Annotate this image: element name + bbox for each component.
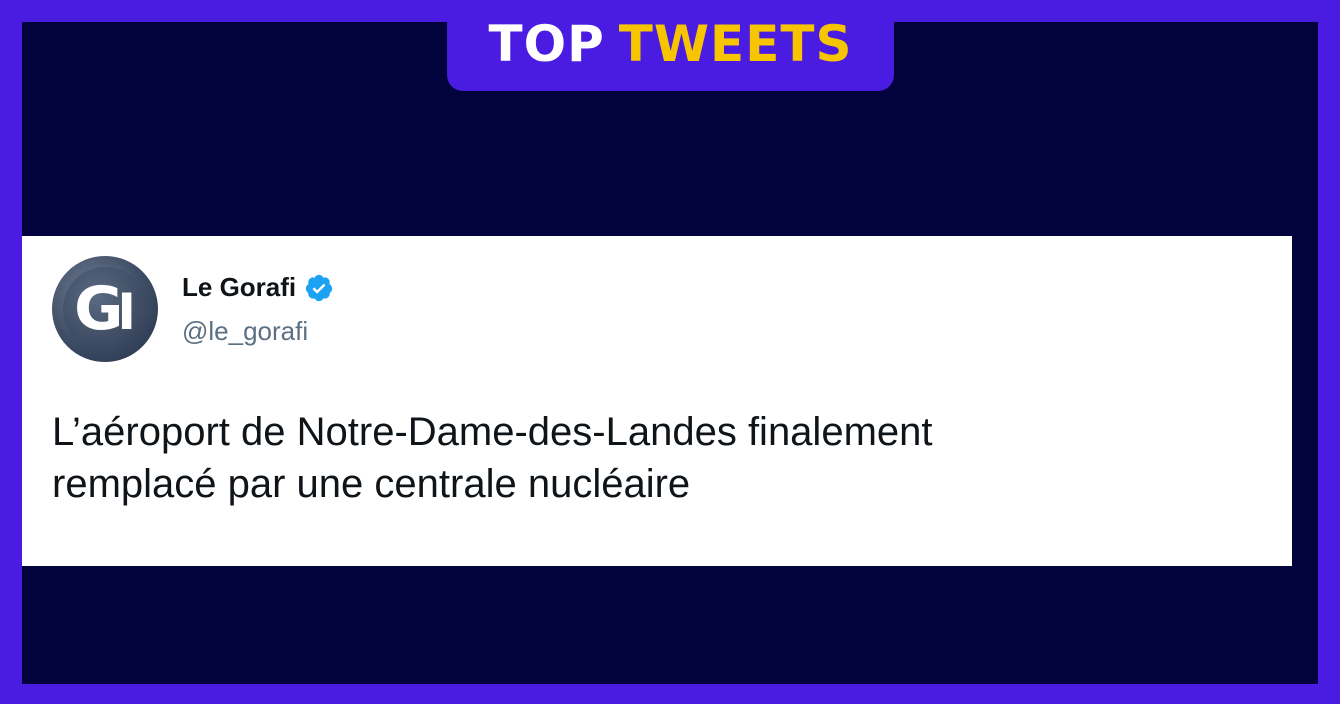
author-handle[interactable]: @le_gorafi	[182, 316, 308, 347]
tweet-card: GI Le Gorafi @le_gorafi L’aéroport de No…	[22, 236, 1292, 566]
tweet-text-line: remplacé par une centrale nucléaire	[52, 462, 691, 506]
tweet-author: Le Gorafi	[182, 272, 334, 303]
le-gorafi-logo-icon: GI	[63, 267, 147, 351]
verified-badge-icon	[306, 274, 333, 301]
banner-word-top: TOP	[488, 14, 605, 73]
top-tweets-banner: TOP TWEETS	[447, 0, 894, 91]
banner-word-tweets: TWEETS	[618, 14, 853, 73]
tweet-text: L’aéroport de Notre-Dame-des-Landes fina…	[52, 406, 1252, 510]
author-name[interactable]: Le Gorafi	[182, 272, 296, 303]
tweet-text-line: L’aéroport de Notre-Dame-des-Landes fina…	[52, 410, 933, 454]
avatar[interactable]: GI	[52, 256, 158, 362]
